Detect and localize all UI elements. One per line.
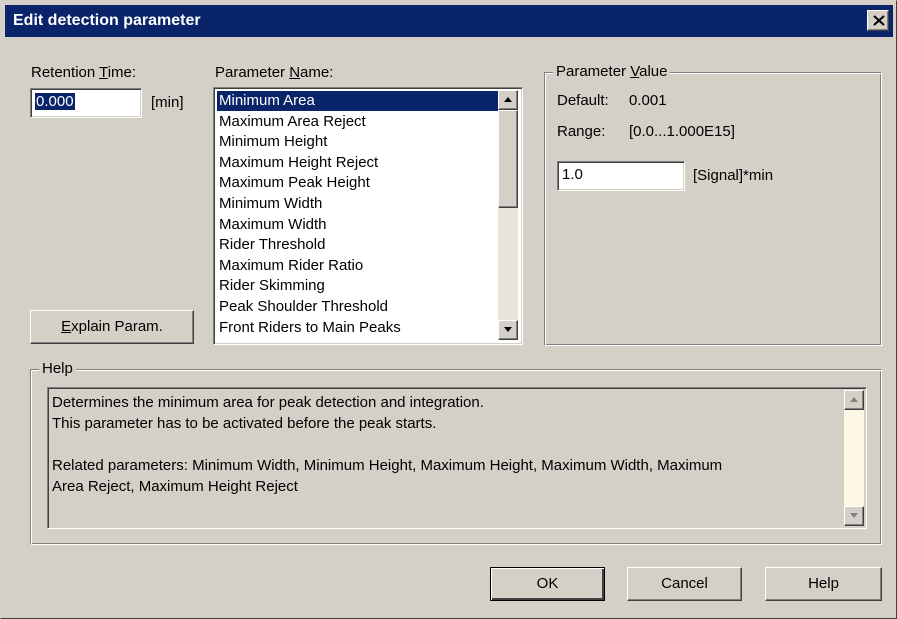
parameter-list-item[interactable]: Maximum Area Reject xyxy=(217,112,498,132)
help-scrollbar[interactable] xyxy=(844,390,864,526)
parameter-list-item[interactable]: Minimum Width xyxy=(217,194,498,214)
parameter-list-item[interactable]: Maximum Peak Height xyxy=(217,173,498,193)
help-text-line: Area Reject, Maximum Height Reject xyxy=(52,478,298,495)
title-bar[interactable]: Edit detection parameter xyxy=(5,5,893,37)
arrow-down-icon xyxy=(504,327,512,332)
scroll-down-button[interactable] xyxy=(498,320,518,340)
help-scroll-up-button[interactable] xyxy=(844,390,864,410)
retention-time-input[interactable]: 0.000 xyxy=(30,88,142,118)
arrow-up-icon xyxy=(850,397,858,402)
help-group-title: Help xyxy=(39,360,76,377)
window-title: Edit detection parameter xyxy=(13,12,201,29)
parameter-list-item[interactable]: Rider Threshold xyxy=(217,235,498,255)
scroll-thumb[interactable] xyxy=(498,110,518,208)
parameter-list-item[interactable]: Minimum Area xyxy=(217,91,498,111)
arrow-down-icon xyxy=(850,513,858,518)
ok-button[interactable]: OK xyxy=(490,567,605,601)
range-value: [0.0...1.000E15] xyxy=(629,123,735,140)
parameter-value-text: 1.0 xyxy=(562,166,583,183)
help-text-area[interactable]: Determines the minimum area for peak det… xyxy=(47,387,867,529)
parameter-name-listbox[interactable]: Minimum Area Maximum Area Reject Minimum H… xyxy=(213,87,523,345)
parameter-list-item[interactable]: Maximum Width xyxy=(217,215,498,235)
help-text-line: Related parameters: Minimum Width, Minim… xyxy=(52,457,723,474)
help-button[interactable]: Help xyxy=(765,567,882,601)
parameter-list-item[interactable]: Minimum Height xyxy=(217,132,498,152)
listbox-scrollbar[interactable] xyxy=(498,90,518,340)
parameter-list-item[interactable]: Peak Shoulder Threshold xyxy=(217,297,498,317)
explain-param-button[interactable]: Explain Param. xyxy=(30,310,194,344)
default-label: Default: xyxy=(557,92,609,109)
arrow-up-icon xyxy=(504,97,512,102)
parameter-value-group xyxy=(544,72,882,346)
range-label: Range: xyxy=(557,123,606,140)
close-button[interactable] xyxy=(867,10,889,31)
retention-time-unit: [min] xyxy=(151,94,184,111)
edit-detection-parameter-dialog: Edit detection parameter Retention Time:… xyxy=(0,0,897,619)
help-scroll-down-button[interactable] xyxy=(844,506,864,526)
retention-time-value: 0.000 xyxy=(35,93,75,110)
close-icon xyxy=(873,15,885,26)
parameter-list-item[interactable]: Maximum Rider Ratio xyxy=(217,256,498,276)
parameter-value-input[interactable]: 1.0 xyxy=(557,161,685,191)
help-text-line: Determines the minimum area for peak det… xyxy=(52,394,484,411)
scroll-up-button[interactable] xyxy=(498,90,518,110)
parameter-list-item[interactable]: Maximum Height Reject xyxy=(217,153,498,173)
parameter-list-item[interactable]: Rider Skimming xyxy=(217,276,498,296)
default-value: 0.001 xyxy=(629,92,667,109)
parameter-list-item[interactable]: Front Riders to Main Peaks xyxy=(217,318,498,338)
parameter-value-unit: [Signal]*min xyxy=(693,167,774,184)
cancel-button[interactable]: Cancel xyxy=(627,567,742,601)
help-text-line: This parameter has to be activated befor… xyxy=(52,415,437,432)
parameter-value-group-title: Parameter Value xyxy=(553,63,671,80)
parameter-name-label: Parameter Name: xyxy=(215,64,334,81)
retention-time-label: Retention Time: xyxy=(31,64,137,81)
